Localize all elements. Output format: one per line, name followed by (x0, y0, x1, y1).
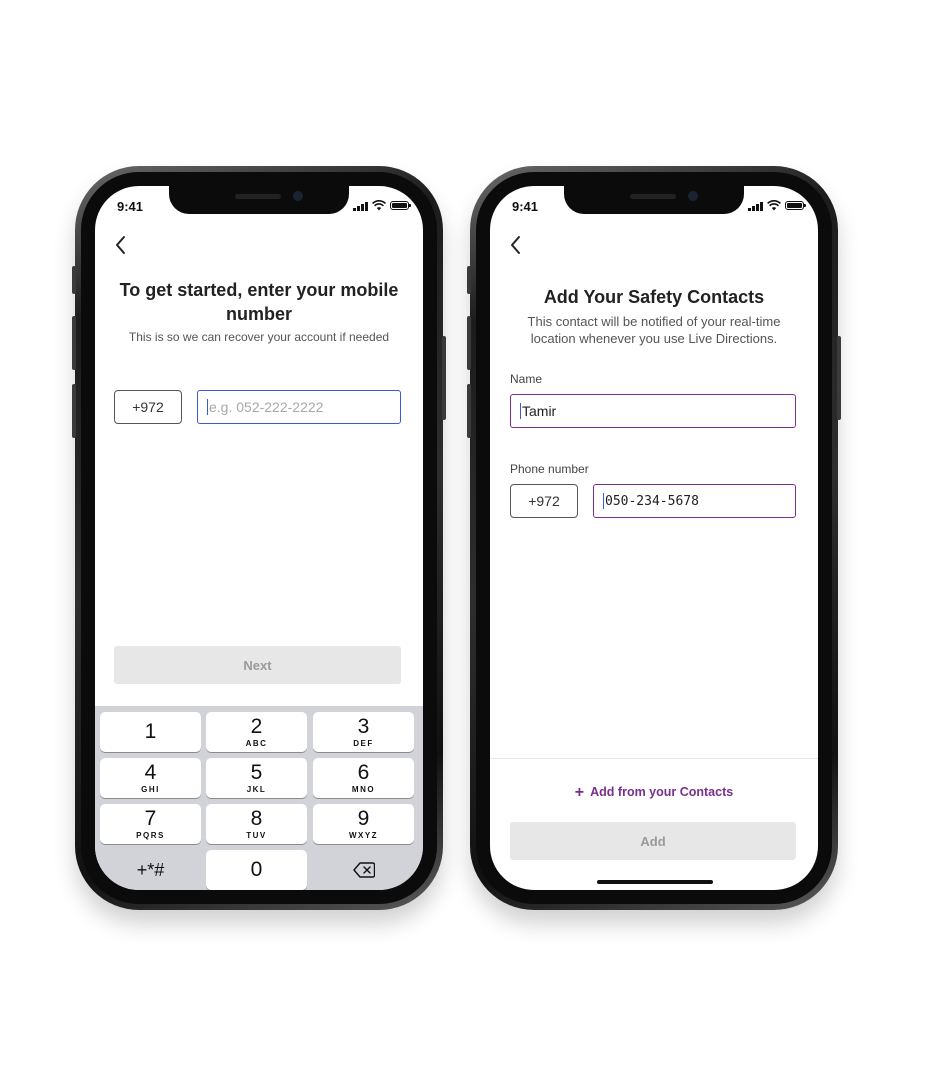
volume-down-button (72, 384, 76, 438)
mute-switch (72, 266, 76, 294)
add-from-contacts-button[interactable]: + Add from your Contacts (490, 784, 818, 802)
key-8[interactable]: 8 TUV (206, 804, 307, 844)
status-icons (748, 200, 806, 211)
signal-icon (748, 201, 763, 211)
phone-frame-left: 9:41 To get started, enter your mobile n… (72, 166, 446, 910)
backspace-icon (352, 862, 375, 878)
phone-input-placeholder: e.g. 052-222-2222 (209, 399, 324, 415)
signal-icon (353, 201, 368, 211)
status-time: 9:41 (117, 199, 144, 214)
text-caret (520, 403, 521, 419)
phone-number-label: Phone number (510, 462, 589, 476)
status-icons (353, 200, 411, 211)
phone-input[interactable]: 050-234-5678 (593, 484, 796, 518)
next-button[interactable]: Next (114, 646, 401, 684)
page-subtitle: This contact will be notified of your re… (527, 314, 781, 346)
home-indicator[interactable] (597, 880, 713, 884)
notch (564, 186, 744, 214)
back-chevron-icon[interactable] (508, 234, 524, 256)
volume-up-button (72, 316, 76, 370)
footer-divider (490, 758, 818, 759)
battery-icon (390, 201, 411, 210)
name-input-value: Tamir (522, 403, 557, 419)
key-0[interactable]: 0 (206, 850, 307, 890)
key-backspace[interactable] (313, 850, 414, 890)
key-7[interactable]: 7 PQRS (100, 804, 201, 844)
volume-up-button (467, 316, 471, 370)
back-chevron-icon[interactable] (113, 234, 129, 256)
wifi-icon (372, 200, 386, 211)
screen-safety-contacts: 9:41 Add Your Safety Contacts This conta… (490, 186, 818, 890)
name-input[interactable]: Tamir (510, 394, 796, 428)
key-9[interactable]: 9 WXYZ (313, 804, 414, 844)
text-caret (207, 399, 208, 415)
phone-input[interactable]: e.g. 052-222-2222 (197, 390, 401, 424)
page-title: To get started, enter your mobile number (119, 280, 399, 324)
key-6[interactable]: 6 MNO (313, 758, 414, 798)
battery-icon (785, 201, 806, 210)
power-button (442, 336, 446, 420)
key-3[interactable]: 3 DEF (313, 712, 414, 752)
text-caret (603, 493, 604, 509)
country-code-selector[interactable]: +972 (510, 484, 578, 518)
mute-switch (467, 266, 471, 294)
notch (169, 186, 349, 214)
numeric-keypad: 1 2 ABC 3 DEF 4 GHI 5 JKL 6 MNO 7 PQRS 8 TUV 9W… (95, 706, 423, 890)
phone-input-value: 050-234-5678 (605, 493, 699, 509)
key-5[interactable]: 5 JKL (206, 758, 307, 798)
page-subtitle: This is so we can recover your account i… (128, 330, 390, 344)
key-4[interactable]: 4 GHI (100, 758, 201, 798)
phone-frame-right: 9:41 Add Your Safety Contacts This conta… (467, 166, 841, 910)
key-1[interactable]: 1 (100, 712, 201, 752)
page-title: Add Your Safety Contacts (543, 287, 765, 307)
key-2[interactable]: 2 ABC (206, 712, 307, 752)
status-time: 9:41 (512, 199, 539, 214)
power-button (837, 336, 841, 420)
plus-icon: + (574, 784, 585, 801)
volume-down-button (467, 384, 471, 438)
wifi-icon (767, 200, 781, 211)
country-code-selector[interactable]: +972 (114, 390, 182, 424)
screen-phone-entry: 9:41 To get started, enter your mobile n… (95, 186, 423, 890)
add-from-contacts-label: Add from your Contacts (590, 785, 734, 799)
key-symbols[interactable]: +*# (100, 850, 201, 890)
name-label: Name (510, 372, 543, 386)
add-button[interactable]: Add (510, 822, 796, 860)
